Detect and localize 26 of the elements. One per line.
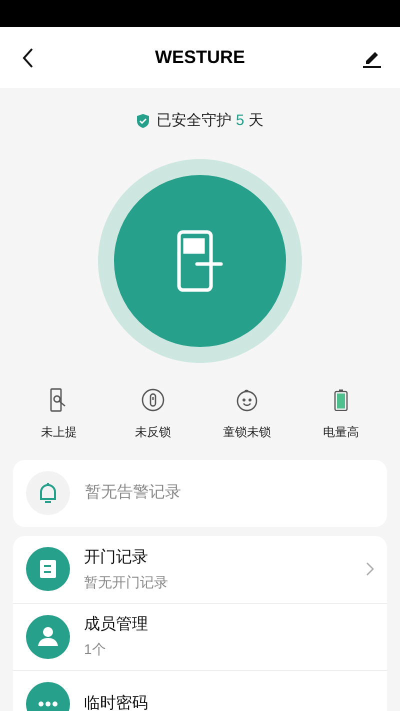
page-title: WESTURE (155, 46, 245, 69)
menu-item[interactable]: 成员管理 1个 (13, 602, 387, 670)
document-icon (26, 547, 70, 591)
alert-card[interactable]: 暂无告警记录 (13, 460, 387, 526)
protection-text: 已安全守护 5 天 (156, 111, 264, 131)
battery-icon (334, 388, 348, 410)
status-label: 童锁未锁 (223, 424, 271, 440)
status-label: 电量高 (323, 424, 359, 440)
menu-title: 开门记录 (84, 548, 149, 568)
back-icon (22, 48, 34, 68)
alert-text: 暂无告警记录 (85, 482, 181, 503)
menu-title: 临时密码 (84, 694, 149, 711)
menu-subtitle: 暂无开门记录 (84, 572, 169, 592)
shield-check-icon (136, 114, 149, 128)
baby-face-icon (235, 388, 259, 412)
menu-subtitle: 1个 (84, 640, 107, 659)
menu-item[interactable]: 临时密码 (13, 670, 387, 711)
menu-item[interactable]: 开门记录 暂无开门记录 (13, 536, 387, 602)
door-lock-icon (177, 230, 223, 292)
status-label: 未反锁 (135, 424, 171, 440)
menu-title: 成员管理 (84, 614, 149, 635)
bell-icon (26, 471, 70, 515)
person-icon (26, 614, 70, 658)
status-label: 未上提 (41, 424, 77, 440)
chevron-right-icon (366, 562, 374, 576)
knob-icon (141, 388, 165, 412)
